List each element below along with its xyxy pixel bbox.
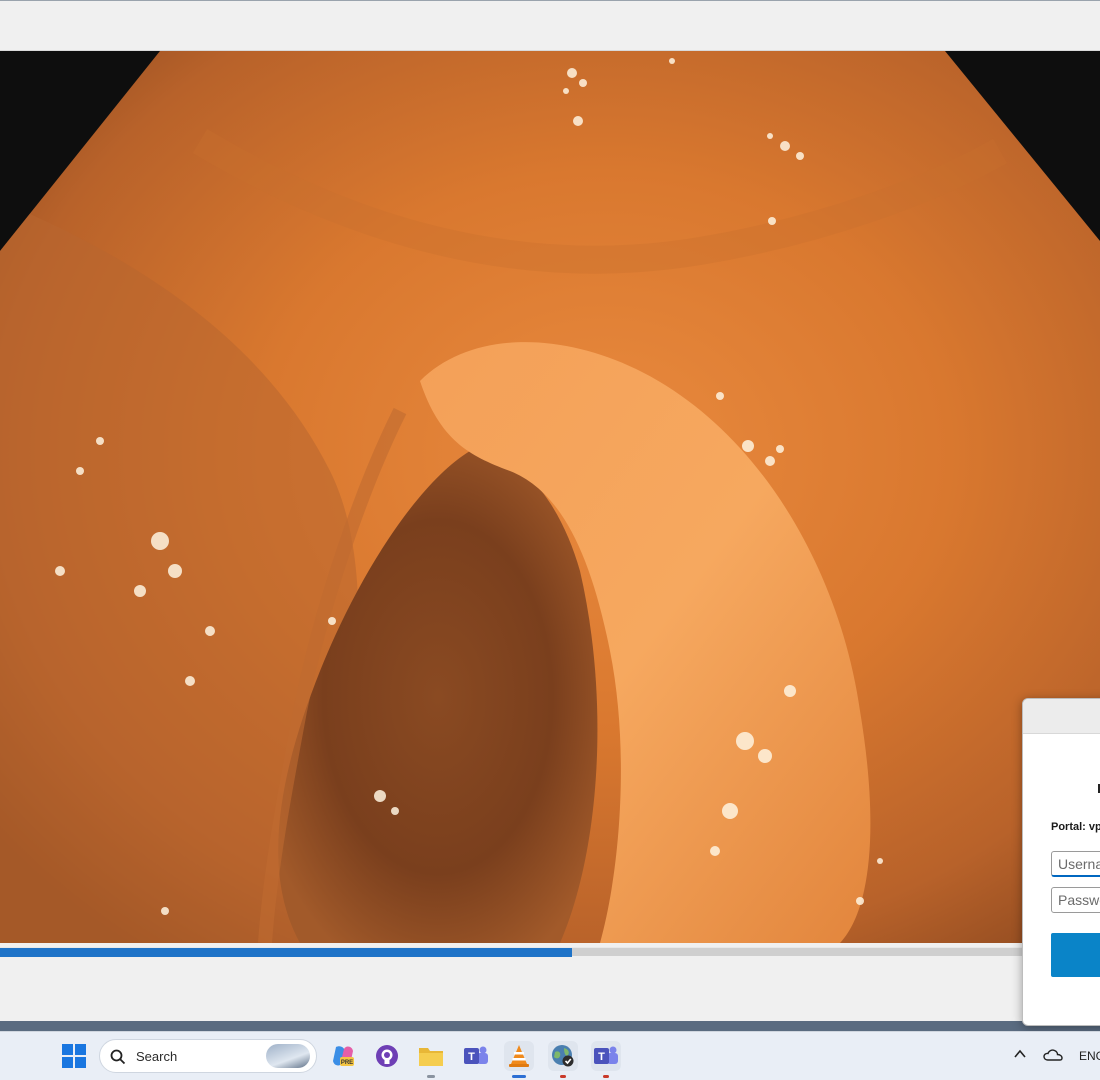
file-explorer-icon[interactable] (416, 1041, 446, 1078)
teams-icon[interactable]: T (591, 1041, 621, 1078)
chevron-up-icon[interactable] (1013, 1047, 1027, 1061)
search-icon (110, 1049, 126, 1065)
search-highlight-image (266, 1044, 310, 1068)
background-window-strip (0, 1021, 1100, 1031)
search-placeholder: Search (136, 1049, 178, 1064)
username-input[interactable] (1051, 851, 1100, 877)
taskbar-search-box[interactable]: Search (99, 1039, 317, 1073)
player-controls (0, 943, 1100, 1021)
vlc-icon[interactable] (504, 1041, 534, 1078)
endoscopy-video-image (0, 51, 1100, 943)
running-indicator (427, 1075, 435, 1078)
vpn-globe-icon[interactable] (548, 1041, 578, 1078)
windows-start-icon[interactable] (59, 1041, 89, 1071)
window-top-bar (0, 0, 1100, 51)
language-indicator[interactable]: ENG (1079, 1049, 1100, 1063)
svg-text:T: T (598, 1051, 605, 1063)
copilot-icon[interactable]: PRE (328, 1041, 358, 1071)
video-frame[interactable] (0, 51, 1100, 943)
portal-label: Portal: vp (1051, 821, 1100, 833)
dialog-title-bar[interactable] (1023, 699, 1100, 734)
taskbar: Search PRE T T EN (0, 1031, 1100, 1080)
svg-text:T: T (468, 1051, 475, 1063)
vpn-login-dialog: Portal: vp (1022, 698, 1100, 1026)
active-indicator (512, 1075, 526, 1078)
password-input[interactable] (1051, 887, 1100, 913)
seek-bar-progress (0, 948, 572, 957)
attention-indicator (603, 1075, 609, 1078)
connect-button[interactable] (1051, 933, 1100, 977)
github-icon[interactable] (372, 1041, 402, 1071)
svg-text:PRE: PRE (341, 1060, 353, 1066)
onedrive-cloud-icon[interactable] (1043, 1048, 1063, 1062)
attention-indicator (560, 1075, 566, 1078)
seek-bar[interactable] (0, 947, 1100, 957)
teams-icon[interactable]: T (461, 1041, 491, 1071)
